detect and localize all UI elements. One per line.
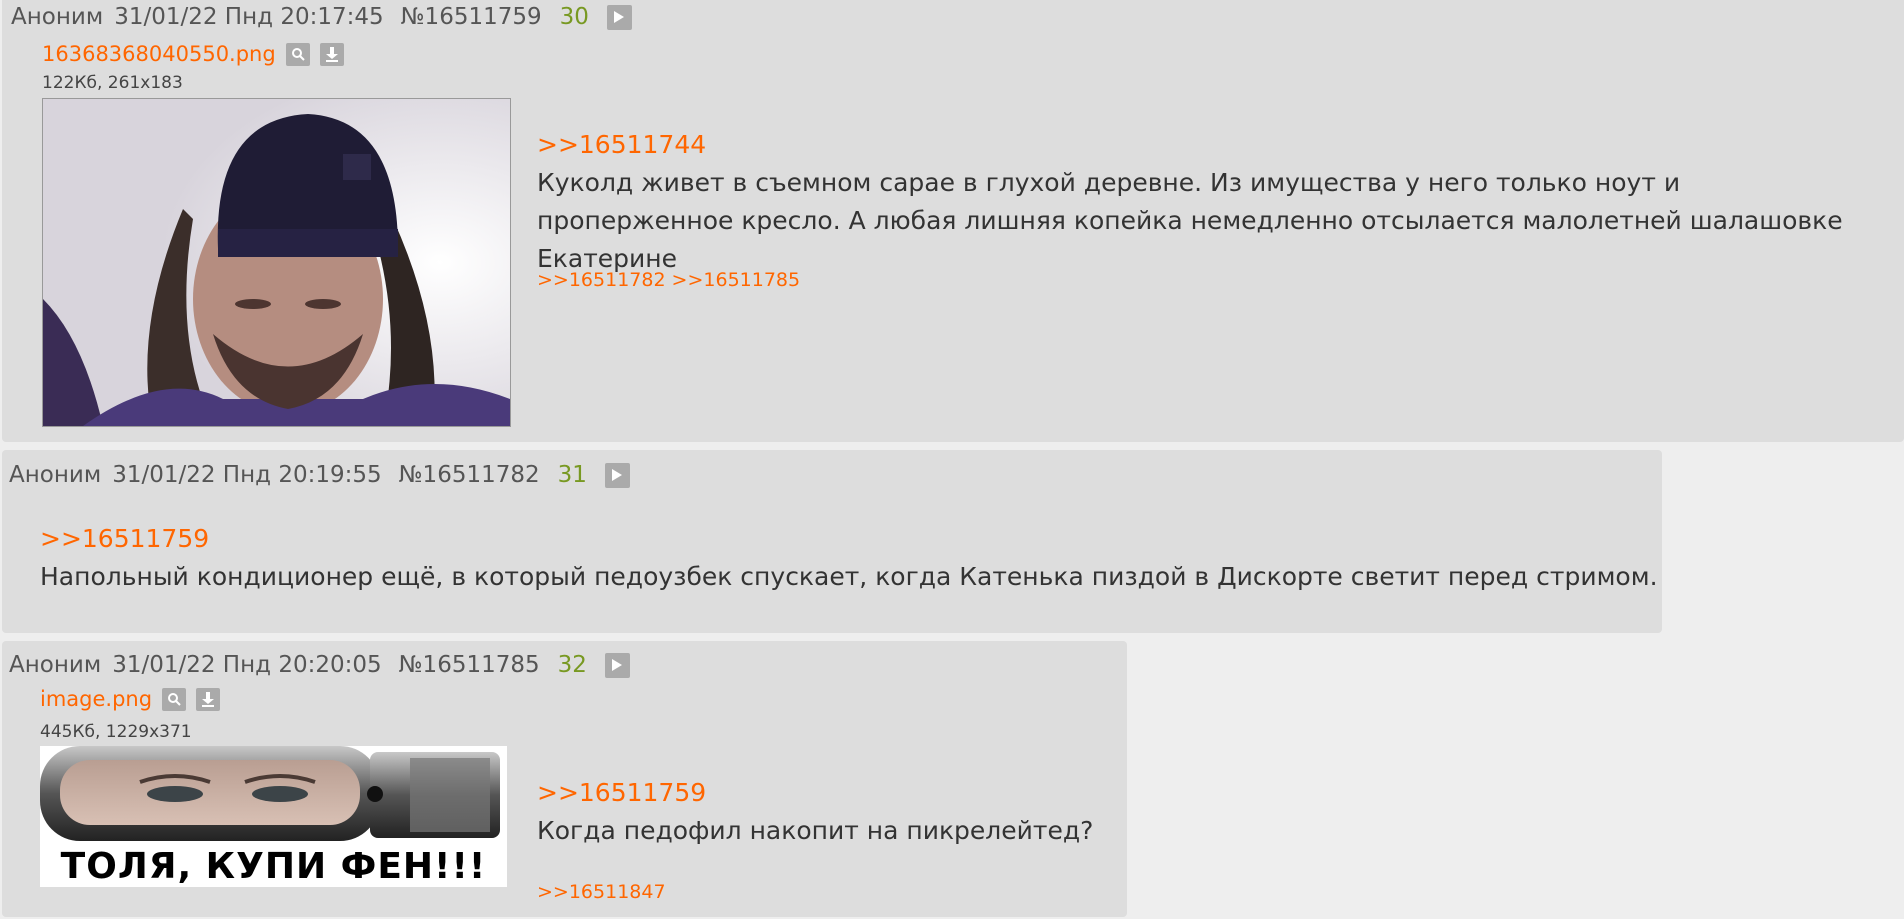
post-author: Аноним: [9, 652, 102, 678]
post-message: Напольный кондиционер ещё, в который пед…: [40, 562, 1658, 591]
image-caption-text: ТОЛЯ, КУПИ ФЕН!!!: [60, 846, 487, 887]
reply-link[interactable]: >>16511759: [40, 524, 209, 553]
file-meta: 445Кб, 1229x371: [40, 722, 192, 742]
play-icon[interactable]: [604, 652, 630, 678]
backlinks: >>16511782 >>16511785: [537, 269, 806, 291]
post-author: Аноним: [9, 462, 102, 488]
post-message: Когда педофил накопит на пикрелейтед?: [537, 816, 1094, 845]
file-name-link[interactable]: image.png: [40, 687, 152, 711]
post-image-thumbnail[interactable]: ТОЛЯ, КУПИ ФЕН!!!: [40, 746, 507, 887]
reply-link[interactable]: >>16511759: [537, 778, 706, 807]
post-header: Аноним 31/01/22 Пнд 20:20:05 №16511785 3…: [9, 648, 630, 682]
post-16511759: Аноним 31/01/22 Пнд 20:17:45 №16511759 3…: [2, 0, 1904, 442]
post-number[interactable]: №16511782: [399, 462, 540, 488]
post-count: 32: [557, 652, 587, 678]
post-message: Куколд живет в съемном сарае в глухой де…: [537, 168, 1843, 273]
reply-link[interactable]: >>16511744: [537, 130, 706, 159]
play-icon[interactable]: [606, 4, 632, 30]
file-info: 16368368040550.png: [42, 42, 344, 68]
download-icon[interactable]: [196, 688, 221, 711]
file-name-link[interactable]: 16368368040550.png: [42, 42, 276, 66]
post-date: 31/01/22 Пнд 20:17:45: [114, 4, 384, 30]
file-meta: 122Кб, 261x183: [42, 73, 183, 93]
post-16511782: Аноним 31/01/22 Пнд 20:19:55 №16511782 3…: [2, 450, 1662, 633]
post-header: Аноним 31/01/22 Пнд 20:19:55 №16511782 3…: [9, 458, 630, 492]
download-icon[interactable]: [319, 43, 344, 66]
post-date: 31/01/22 Пнд 20:19:55: [112, 462, 382, 488]
post-number[interactable]: №16511759: [401, 4, 542, 30]
post-image-thumbnail[interactable]: [42, 98, 511, 427]
post-author: Аноним: [11, 4, 104, 30]
post-count: 30: [559, 4, 589, 30]
post-16511785: Аноним 31/01/22 Пнд 20:20:05 №16511785 3…: [2, 641, 1127, 917]
post-date: 31/01/22 Пнд 20:20:05: [112, 652, 382, 678]
file-info: image.png: [40, 687, 221, 713]
backlinks: >>16511847: [537, 881, 672, 903]
backlink[interactable]: >>16511782: [537, 269, 666, 291]
post-header: Аноним 31/01/22 Пнд 20:17:45 №16511759 3…: [11, 0, 632, 34]
play-icon[interactable]: [604, 462, 630, 488]
post-count: 31: [557, 462, 587, 488]
search-icon[interactable]: [285, 43, 310, 66]
backlink[interactable]: >>16511785: [672, 269, 801, 291]
backlink[interactable]: >>16511847: [537, 881, 666, 903]
post-number[interactable]: №16511785: [399, 652, 540, 678]
search-icon[interactable]: [162, 688, 187, 711]
